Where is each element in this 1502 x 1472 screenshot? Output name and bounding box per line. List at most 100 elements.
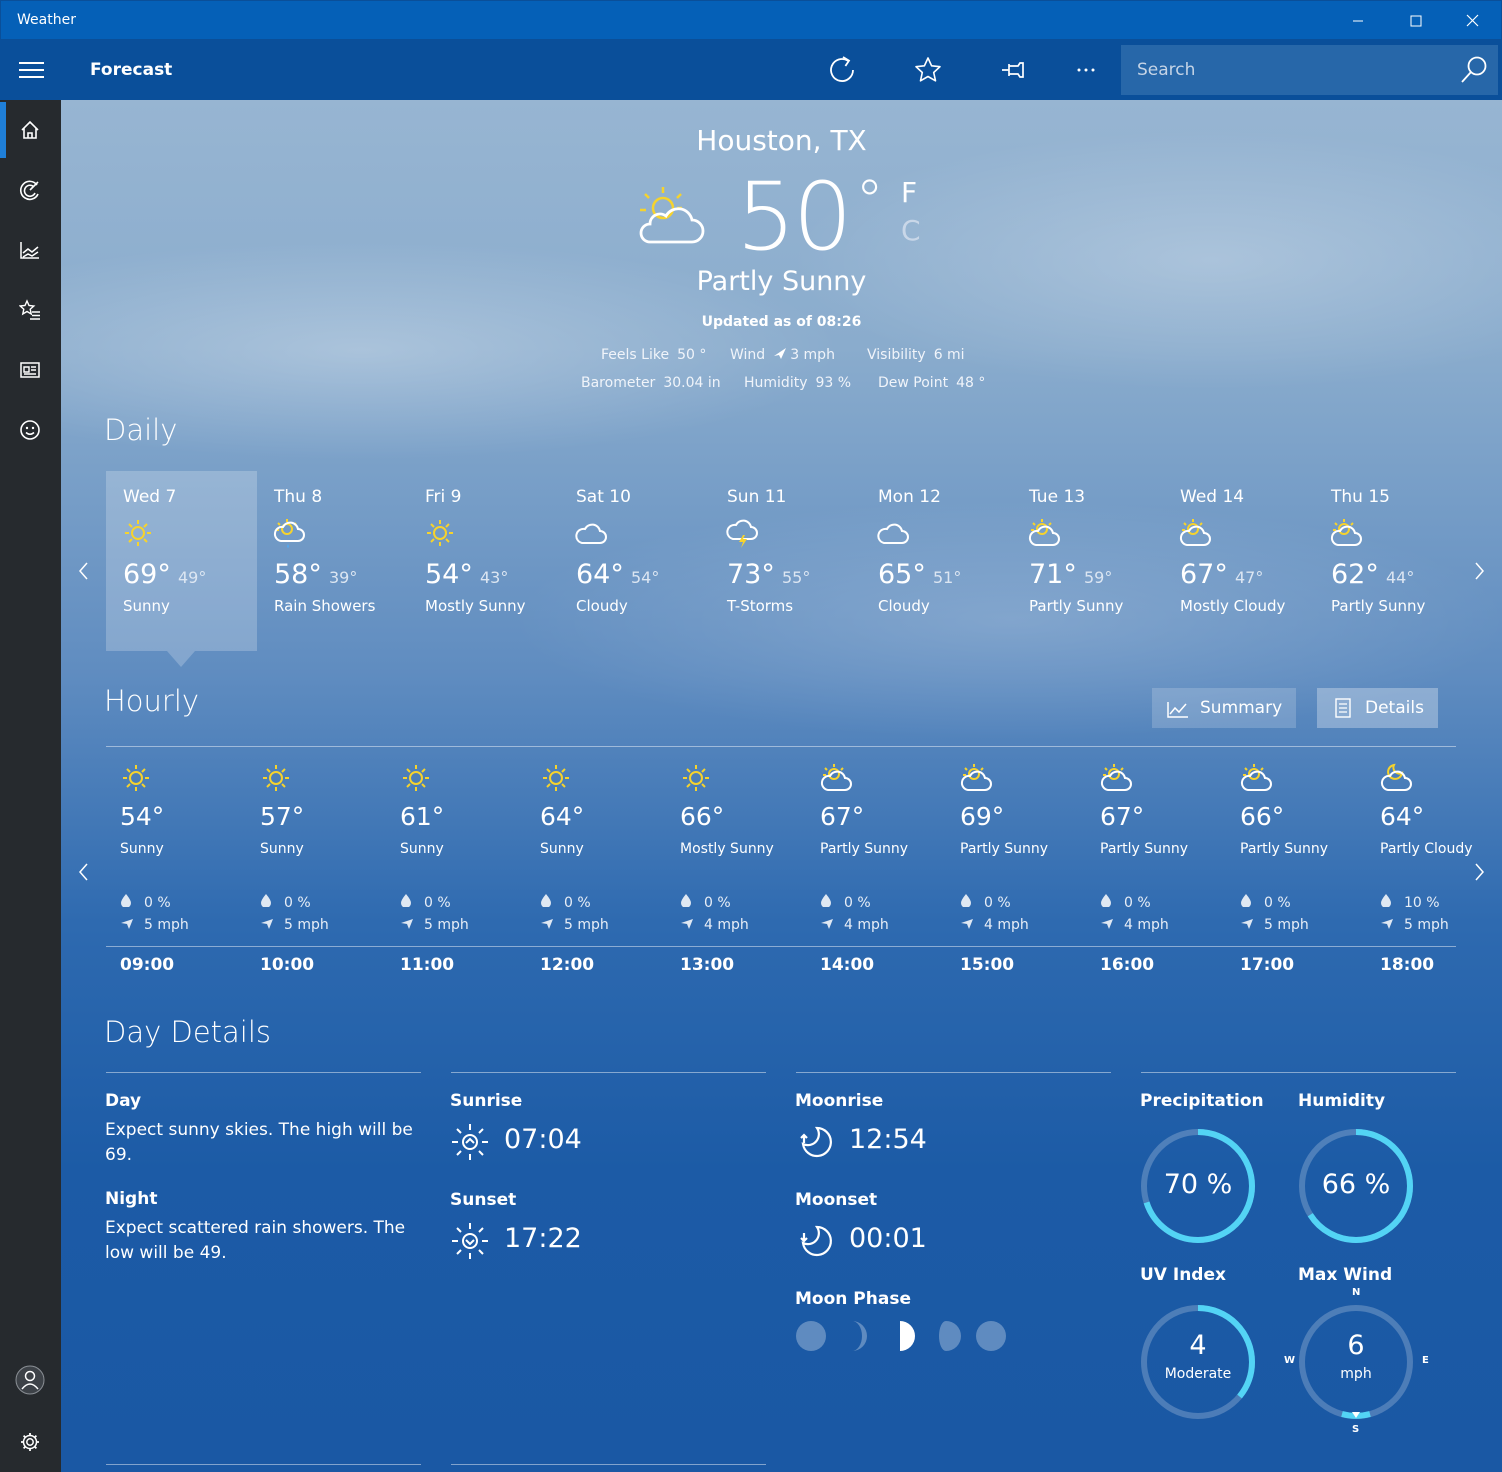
partly-sunny-icon [639,187,705,244]
hour-precip: 0 % [260,893,311,911]
waxing-gibbous-icon [939,1321,961,1351]
day-forecast-card[interactable]: Wed 14 67° 47° Mostly Cloudy [1163,471,1314,651]
wind-direction-icon [401,919,413,929]
wind-direction-icon [821,919,833,929]
day-forecast-card[interactable]: Mon 12 65° 51° Cloudy [861,471,1012,651]
precipitation-value: 70 % [1163,1169,1233,1200]
hour-precip: 0 % [120,893,171,911]
hour-time: 12:00 [540,955,595,975]
search-icon [1461,56,1487,83]
detail-barometer: Barometer 30.04 in [581,375,721,391]
raindrop-icon [681,894,691,908]
daily-next-arrow[interactable] [1468,558,1490,584]
day-high-temp: 67° [1180,559,1228,590]
partly-sunny-icon [1240,764,1272,791]
summary-button[interactable]: Summary [1152,688,1296,728]
partly-cloudy-night-icon [1380,763,1412,791]
sun-icon [123,765,149,791]
wind-direction-icon [1381,919,1393,929]
sunset-icon [452,1223,488,1259]
day-high-temp: 71° [1029,559,1077,590]
day-name: Sat 10 [576,487,631,507]
details-list-icon [1335,698,1351,718]
day-high-temp: 65° [878,559,926,590]
partly-sunny-icon [1100,764,1132,791]
sidebar-item-news[interactable] [0,340,61,398]
day-condition: Mostly Sunny [425,597,526,615]
raindrop-icon [1101,894,1111,908]
day-low-temp: 43° [480,568,509,587]
detail-wind: Wind 3 mph [730,347,835,363]
day-condition: Mostly Cloudy [1180,597,1286,615]
hour-condition: Partly Cloudy [1380,841,1473,857]
maximize-button[interactable] [1387,1,1445,41]
divider [106,1072,421,1073]
wind-direction-icon [681,919,693,929]
close-button[interactable] [1444,1,1502,41]
title-bar: Weather [0,0,1502,40]
wind-direction-icon [774,348,787,359]
hour-temp: 57° [260,802,305,831]
hour-temp: 66° [1240,802,1285,831]
day-forecast-card[interactable]: Fri 9 54° 43° Mostly Sunny [408,471,559,651]
hour-wind: 5 mph [1240,917,1309,933]
hour-time: 09:00 [120,955,175,975]
selected-day-pointer [167,651,195,667]
day-forecast-card[interactable]: Sat 10 64° 54° Cloudy [559,471,710,651]
favorite-button[interactable] [905,48,951,92]
cloud-icon [575,523,607,544]
day-condition: T-Storms [727,597,794,615]
sidebar-item-historical[interactable] [0,220,61,278]
sidebar-item-settings[interactable] [0,1412,61,1470]
partly-sunny-icon [1330,519,1362,546]
hour-precip: 0 % [820,893,871,911]
menu-button[interactable] [10,50,54,90]
hour-wind: 5 mph [540,917,609,933]
current-condition: Partly Sunny [696,266,867,297]
sidebar-item-home[interactable] [0,100,61,158]
hour-temp: 66° [680,802,725,831]
smiley-icon [20,420,40,440]
hourly-forecast-item: 66° Partly Sunny 0 % 5 mph 17:00 [1226,762,1366,982]
divider [106,1464,421,1465]
thunderstorm-icon [726,519,758,548]
waxing-crescent-icon [852,1321,867,1351]
compass-west: W [1284,1355,1296,1366]
humidity-value: 66 % [1321,1169,1391,1200]
day-high-temp: 64° [576,559,624,590]
sidebar-item-account[interactable] [0,1350,61,1408]
search-input[interactable] [1121,45,1441,95]
daily-prev-arrow[interactable] [73,558,95,584]
hourly-prev-arrow[interactable] [73,859,95,885]
sidebar-item-maps[interactable] [0,160,61,218]
moon-phase-label: Moon Phase [795,1289,911,1309]
day-condition: Partly Sunny [1331,597,1426,615]
search-button[interactable] [1453,49,1495,91]
details-button[interactable]: Details [1317,688,1438,728]
partly-sunny-icon [1028,519,1060,546]
unit-fahrenheit[interactable]: F [901,176,917,209]
refresh-button[interactable] [820,48,866,92]
sidebar-item-feedback[interactable] [0,400,61,458]
current-temperature: 50 ° [736,163,884,272]
day-forecast-card[interactable]: Wed 7 69° 49° Sunny [106,471,257,651]
day-forecast-card[interactable]: Thu 15 62° 44° Partly Sunny [1314,471,1465,651]
sidebar-item-places[interactable] [0,280,61,338]
day-details-heading: Day Details [104,1015,272,1049]
location-name: Houston, TX [696,124,867,157]
divider [451,1464,766,1465]
updated-time: Updated as of 08:26 [701,314,862,330]
hourly-forecast-item: 64° Sunny 0 % 5 mph 12:00 [526,762,666,982]
hour-temp: 61° [400,802,445,831]
more-button[interactable] [1063,48,1109,92]
hourly-forecast-item: 66° Mostly Sunny 0 % 4 mph 13:00 [666,762,806,982]
pin-button[interactable] [990,48,1036,92]
hourly-forecast-item: 57° Sunny 0 % 5 mph 10:00 [246,762,386,982]
favorites-list-icon [19,299,40,320]
day-forecast-card[interactable]: Thu 8 58° 39° Rain Showers [257,471,408,651]
wind-direction-icon [541,919,553,929]
day-forecast-card[interactable]: Sun 11 73° 55° T-Storms [710,471,861,651]
unit-celsius[interactable]: C [901,214,921,247]
minimize-button[interactable] [1329,1,1387,41]
day-forecast-card[interactable]: Tue 13 71° 59° Partly Sunny [1012,471,1163,651]
